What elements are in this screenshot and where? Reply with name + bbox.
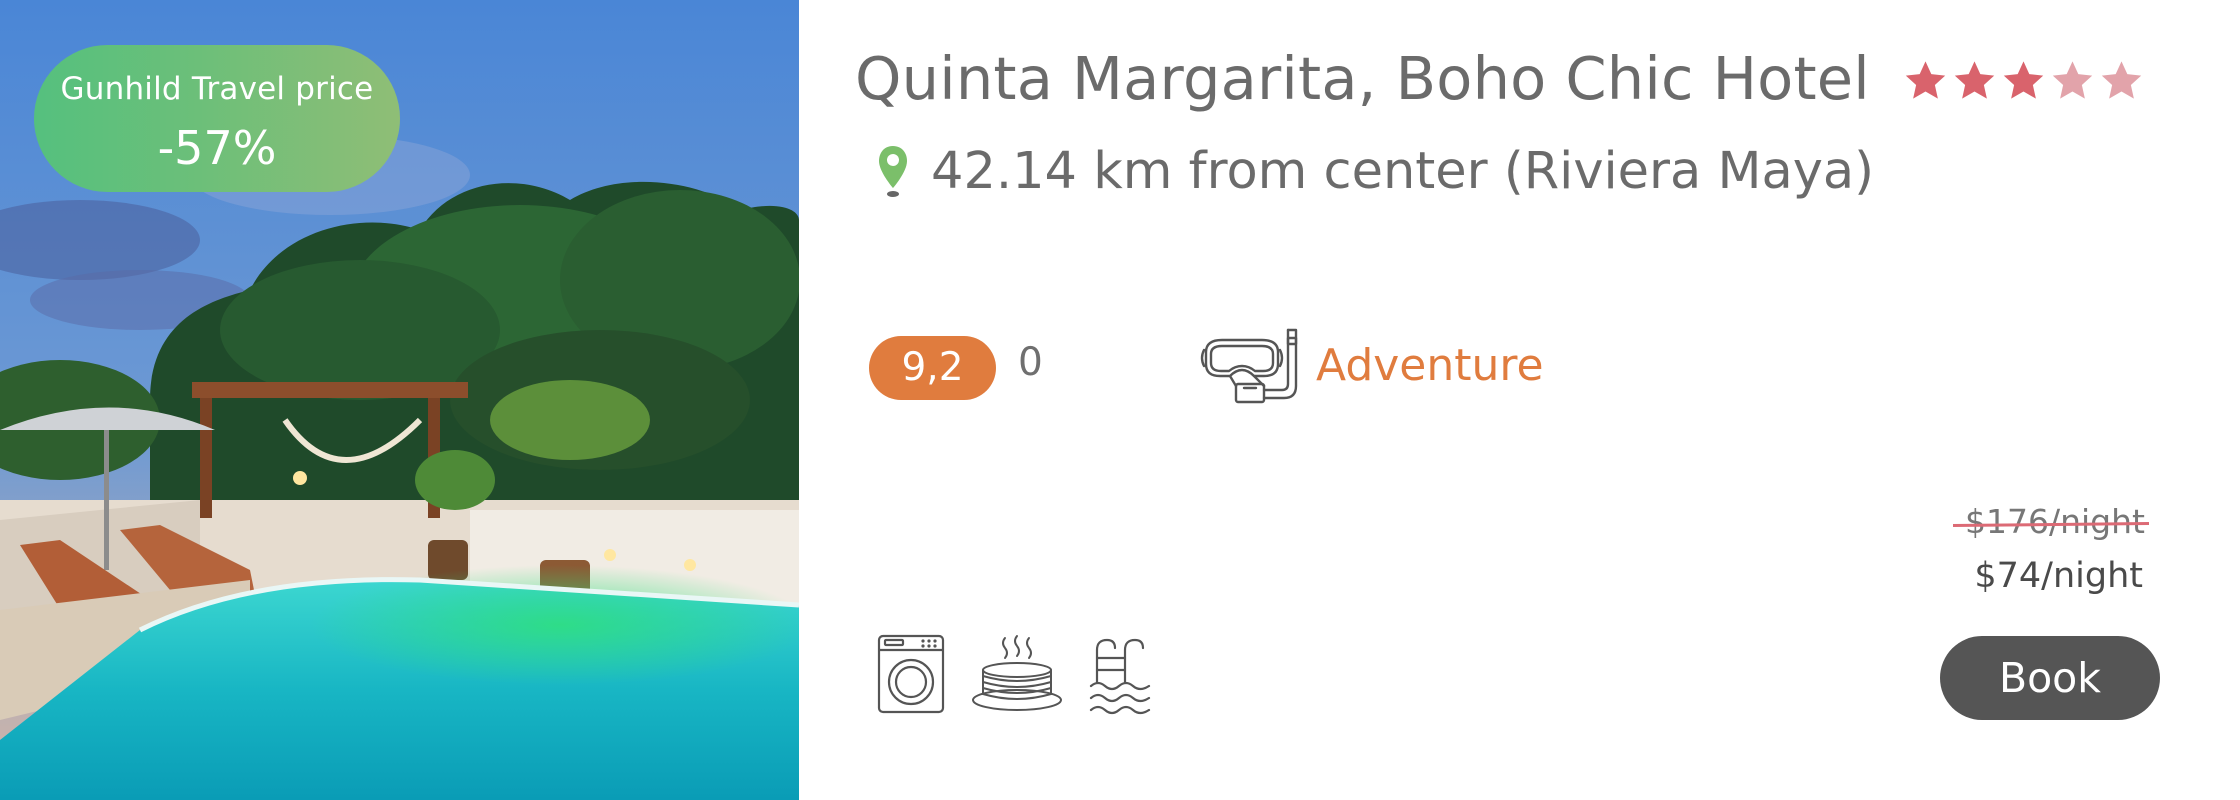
star-filled-icon (2003, 61, 2044, 99)
review-count: 0 (1018, 340, 1043, 385)
pool-icon (1089, 638, 1151, 715)
hotel-name[interactable]: Quinta Margarita, Boho Chic Hotel (855, 44, 1870, 113)
amenity-washing-machine (877, 634, 945, 714)
discount-badge-value: -57% (157, 121, 277, 175)
breakfast-pancakes-icon (972, 635, 1062, 711)
location-distance: 42.14 km from center (Riviera Maya) (931, 142, 1875, 201)
theme-label[interactable]: Adventure (1316, 340, 1544, 391)
snorkel-mask-icon (1200, 328, 1298, 404)
hotel-location: 42.14 km from center (Riviera Maya) (877, 142, 1874, 201)
amenity-pool (1089, 636, 1151, 716)
book-button[interactable]: Book (1940, 636, 2160, 720)
original-price: $176/night (1952, 502, 2150, 541)
discount-badge-label: Gunhild Travel price (60, 71, 374, 107)
discount-badge: Gunhild Travel price -57% (34, 45, 400, 192)
star-filled-icon (1954, 61, 1995, 99)
rating-score-badge: 9,2 (869, 336, 996, 400)
hotel-card: Gunhild Travel price -57% Quinta Margari… (0, 0, 2240, 800)
amenity-breakfast (971, 634, 1063, 714)
washing-machine-icon (877, 634, 945, 714)
star-filled-icon (1905, 61, 1946, 99)
star-empty-icon (2052, 61, 2093, 99)
star-rating (1903, 58, 2144, 104)
star-empty-icon (2101, 61, 2142, 99)
hotel-photo[interactable]: Gunhild Travel price -57% (0, 0, 799, 800)
map-pin-icon (879, 145, 907, 197)
discounted-price: $74/night (1974, 556, 2143, 596)
